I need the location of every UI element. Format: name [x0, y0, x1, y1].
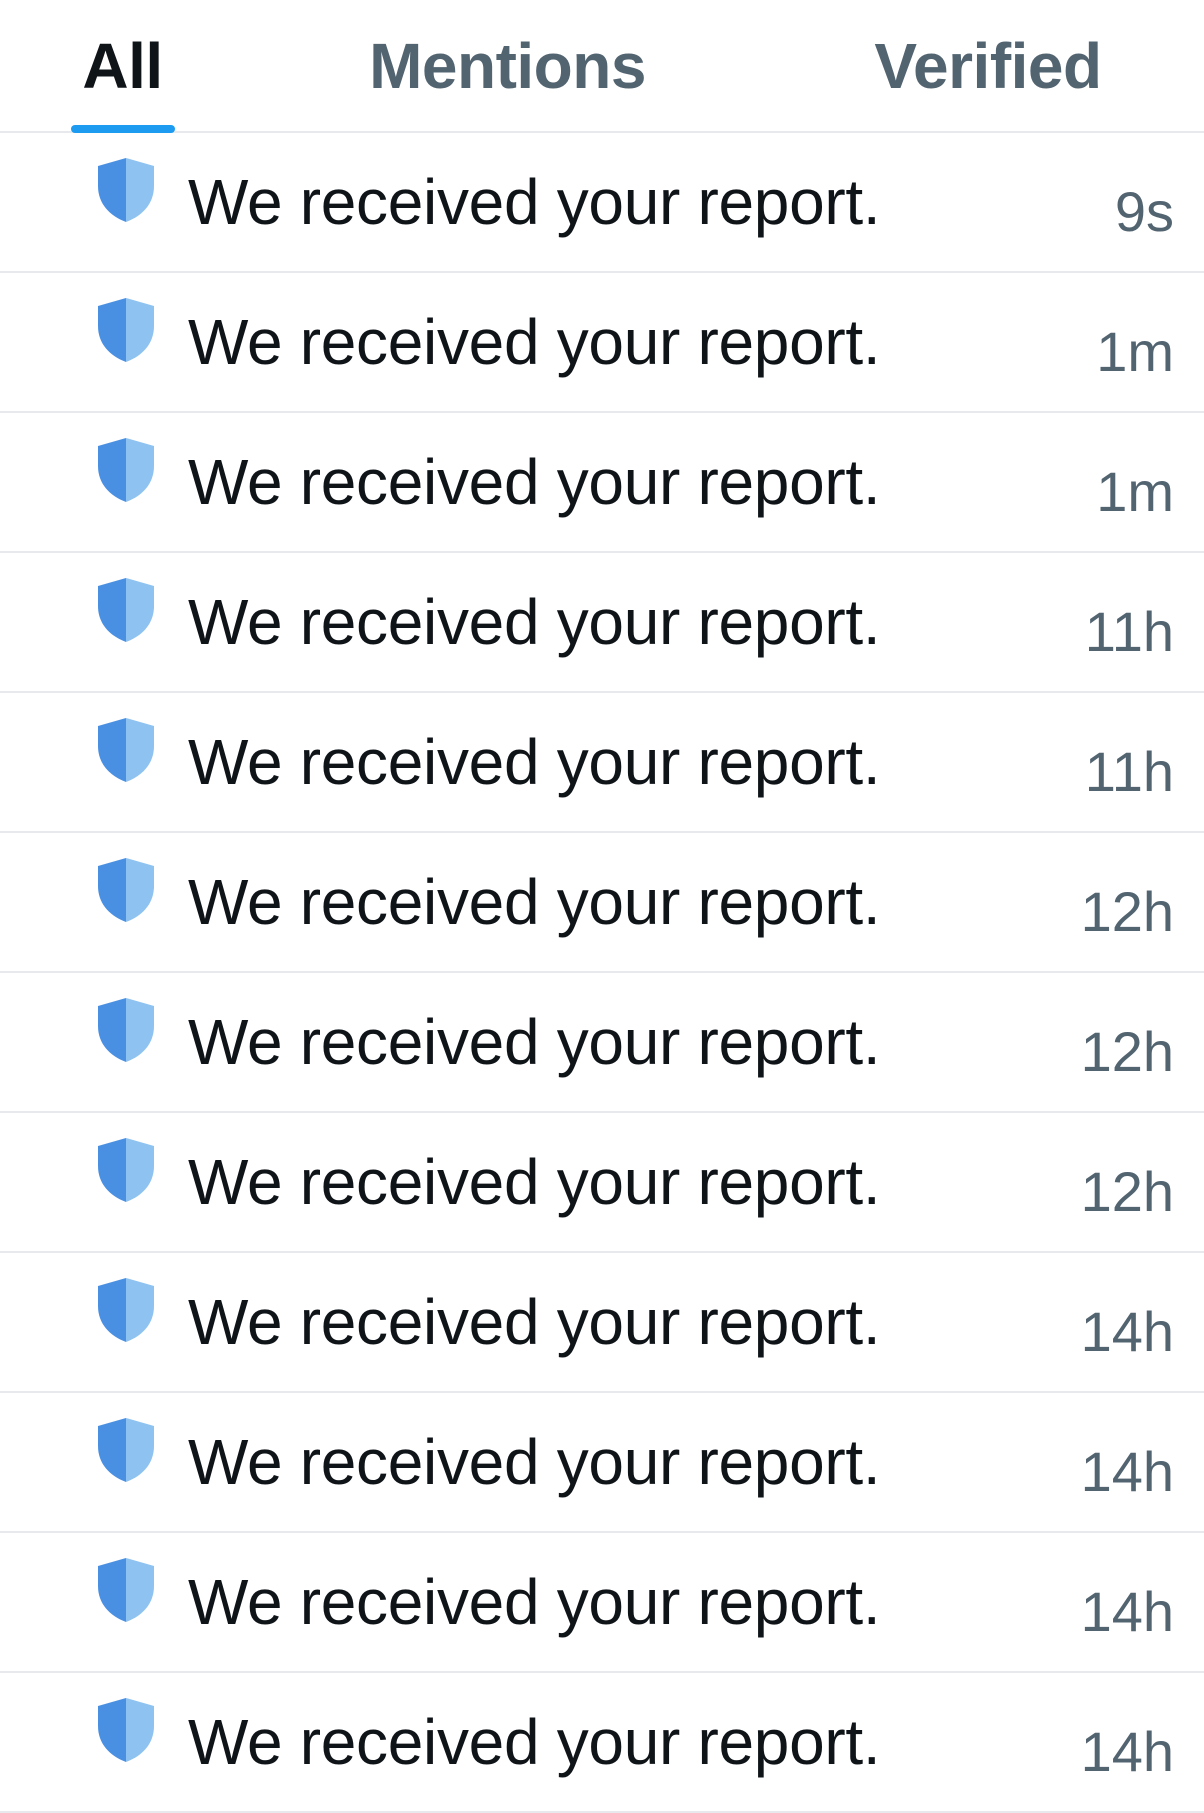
- notification-item[interactable]: We received your report. 14h: [0, 1253, 1204, 1393]
- tab-verified[interactable]: Verified: [838, 0, 1138, 133]
- notification-message: We received your report.: [188, 1286, 881, 1358]
- notification-message: We received your report.: [188, 1566, 881, 1638]
- shield-icon: [94, 156, 158, 224]
- notification-timestamp: 12h: [1080, 1160, 1174, 1223]
- notification-item[interactable]: We received your report. 14h: [0, 1673, 1204, 1813]
- notification-timestamp: 12h: [1080, 880, 1174, 943]
- tab-all-label: All: [82, 30, 163, 102]
- notification-timestamp: 1m: [1096, 320, 1174, 383]
- notification-message: We received your report.: [188, 726, 881, 798]
- notification-timestamp: 1m: [1096, 460, 1174, 523]
- shield-icon: [94, 716, 158, 784]
- notification-message: We received your report.: [188, 586, 881, 658]
- notification-message: We received your report.: [188, 1706, 881, 1778]
- tab-verified-label: Verified: [874, 30, 1102, 102]
- notification-timestamp: 11h: [1084, 740, 1174, 803]
- shield-icon: [94, 996, 158, 1064]
- shield-icon: [94, 1556, 158, 1624]
- notification-item[interactable]: We received your report. 9s: [0, 133, 1204, 273]
- notification-item[interactable]: We received your report. 11h: [0, 553, 1204, 693]
- notification-message: We received your report.: [188, 306, 881, 378]
- notification-message: We received your report.: [188, 1006, 881, 1078]
- notification-item[interactable]: We received your report. 1m: [0, 413, 1204, 553]
- notification-message: We received your report.: [188, 1146, 881, 1218]
- notification-timestamp: 12h: [1080, 1020, 1174, 1083]
- notification-message: We received your report.: [188, 446, 881, 518]
- notification-message: We received your report.: [188, 866, 881, 938]
- notification-item[interactable]: We received your report. 12h: [0, 973, 1204, 1113]
- shield-icon: [94, 1416, 158, 1484]
- notification-item[interactable]: We received your report. 12h: [0, 1113, 1204, 1253]
- tab-mentions-label: Mentions: [369, 30, 646, 102]
- active-tab-indicator: [71, 125, 175, 133]
- notification-timestamp: 14h: [1080, 1580, 1174, 1643]
- notification-timestamp: 14h: [1080, 1300, 1174, 1363]
- notification-timestamp: 9s: [1114, 180, 1174, 243]
- notification-list: We received your report. 9s We received …: [0, 133, 1204, 1813]
- notification-item[interactable]: We received your report. 11h: [0, 693, 1204, 833]
- shield-icon: [94, 576, 158, 644]
- notification-timestamp: 14h: [1080, 1720, 1174, 1783]
- notification-message: We received your report.: [188, 166, 881, 238]
- notification-message: We received your report.: [188, 1426, 881, 1498]
- tab-all[interactable]: All: [60, 0, 185, 133]
- notifications-tab-bar: All Mentions Verified: [0, 0, 1204, 133]
- notification-item[interactable]: We received your report. 14h: [0, 1393, 1204, 1533]
- notification-timestamp: 14h: [1080, 1440, 1174, 1503]
- shield-icon: [94, 1696, 158, 1764]
- shield-icon: [94, 436, 158, 504]
- notification-item[interactable]: We received your report. 14h: [0, 1533, 1204, 1673]
- shield-icon: [94, 1136, 158, 1204]
- notification-item[interactable]: We received your report. 12h: [0, 833, 1204, 973]
- tab-mentions[interactable]: Mentions: [355, 0, 660, 133]
- shield-icon: [94, 296, 158, 364]
- shield-icon: [94, 856, 158, 924]
- notification-item[interactable]: We received your report. 1m: [0, 273, 1204, 413]
- notification-timestamp: 11h: [1084, 600, 1174, 663]
- shield-icon: [94, 1276, 158, 1344]
